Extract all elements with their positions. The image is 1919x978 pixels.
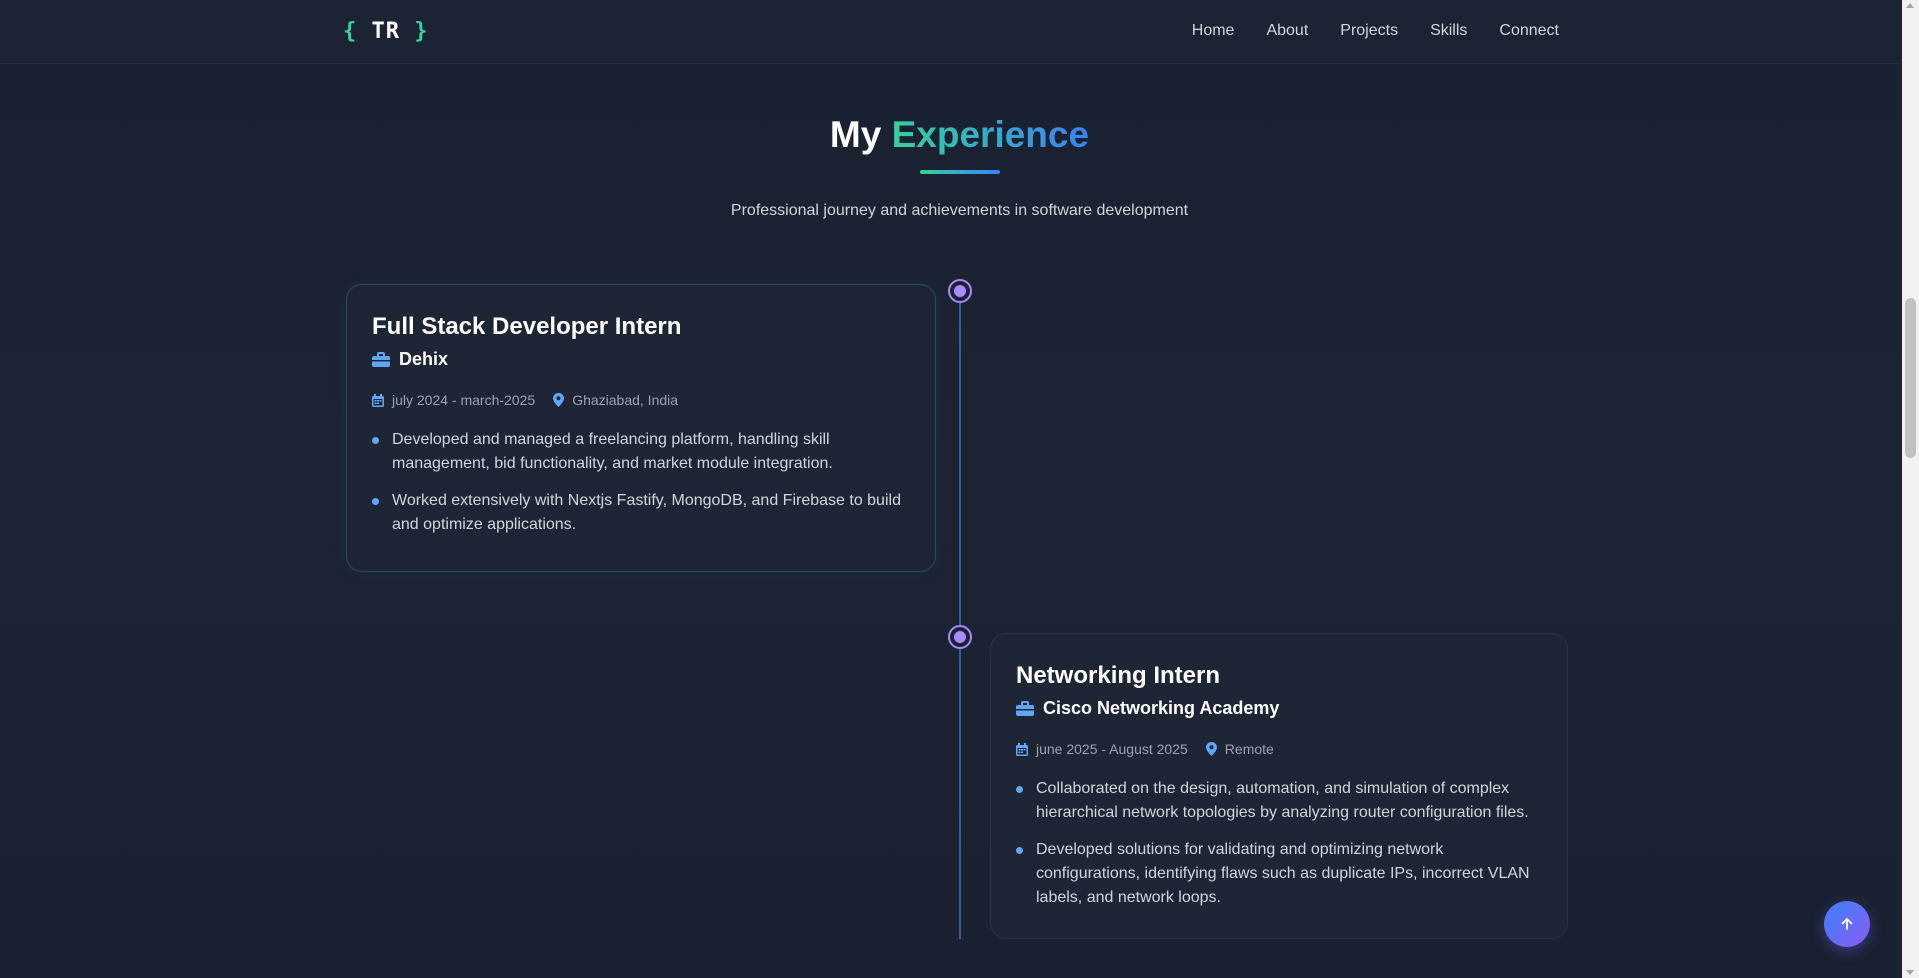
experience-bullet: Developed and managed a freelancing plat…	[372, 428, 910, 476]
experience-company: Dehix	[372, 349, 910, 370]
nav-link-connect[interactable]: Connect	[1499, 22, 1559, 40]
experience-role: Networking Intern	[1016, 662, 1221, 689]
logo-open-brace: {	[343, 19, 358, 44]
scroll-up-arrow-icon[interactable]	[1906, 3, 1914, 8]
nav-links: Home About Projects Skills Connect	[1192, 22, 1559, 40]
experience-bullets: Collaborated on the design, automation, …	[1016, 777, 1542, 910]
experience-meta: june 2025 - August 2025 Remote	[1016, 741, 1542, 757]
section-subtitle: Professional journey and achievements in…	[730, 202, 1189, 219]
logo-close-brace: }	[414, 19, 429, 44]
experience-meta: july 2024 - march-2025 Ghaziabad, India	[372, 392, 910, 408]
scroll-down-arrow-icon[interactable]	[1906, 970, 1914, 975]
dates-text: july 2024 - march-2025	[392, 392, 536, 408]
timeline-line	[959, 291, 961, 939]
nav-link-about[interactable]: About	[1266, 22, 1308, 40]
nav-link-skills[interactable]: Skills	[1430, 22, 1467, 40]
experience-dates: june 2025 - August 2025	[1016, 741, 1188, 757]
logo-text: TR	[371, 19, 400, 44]
map-pin-icon	[553, 393, 565, 407]
experience-location: Remote	[1205, 741, 1274, 757]
experience-bullet: Developed solutions for validating and o…	[1016, 838, 1542, 910]
nav-link-home[interactable]: Home	[1192, 22, 1235, 40]
experience-card: Full Stack Developer Intern Dehix july 2…	[346, 284, 936, 572]
timeline-dot	[948, 625, 972, 649]
scrollbar-thumb[interactable]	[1905, 298, 1916, 458]
dates-text: june 2025 - August 2025	[1036, 741, 1188, 757]
section-title-plain: My	[829, 114, 882, 155]
experience-bullet: Collaborated on the design, automation, …	[1016, 777, 1542, 825]
page: { TR } Home About Projects Skills Connec…	[0, 0, 1902, 978]
nav-link-projects[interactable]: Projects	[1340, 22, 1398, 40]
company-name: Dehix	[399, 349, 449, 369]
scroll-to-top-button[interactable]	[1824, 901, 1870, 947]
navbar: { TR } Home About Projects Skills Connec…	[0, 0, 1902, 64]
briefcase-icon	[372, 351, 390, 368]
experience-location: Ghaziabad, India	[553, 392, 678, 408]
calendar-icon	[372, 393, 384, 407]
location-text: Ghaziabad, India	[572, 392, 679, 408]
site-logo[interactable]: { TR }	[343, 19, 429, 44]
section-title: My Experience	[0, 114, 1902, 156]
section-title-accent: Experience	[891, 114, 1090, 155]
location-text: Remote	[1224, 741, 1274, 757]
timeline-dot	[948, 279, 972, 303]
company-name: Cisco Networking Academy	[1043, 698, 1280, 718]
briefcase-icon	[1016, 700, 1034, 717]
experience-company: Cisco Networking Academy	[1016, 698, 1542, 719]
experience-dates: july 2024 - march-2025	[372, 392, 535, 408]
title-underline	[920, 170, 1000, 174]
experience-bullets: Developed and managed a freelancing plat…	[372, 428, 910, 537]
experience-bullet: Worked extensively with Nextjs Fastify, …	[372, 489, 910, 537]
experience-role: Full Stack Developer Intern	[372, 313, 682, 340]
map-pin-icon	[1205, 742, 1217, 756]
experience-card: Networking Intern Cisco Networking Acade…	[990, 633, 1568, 939]
arrow-up-icon	[1839, 916, 1855, 932]
page-scrollbar[interactable]	[1902, 0, 1919, 978]
calendar-icon	[1016, 742, 1028, 756]
